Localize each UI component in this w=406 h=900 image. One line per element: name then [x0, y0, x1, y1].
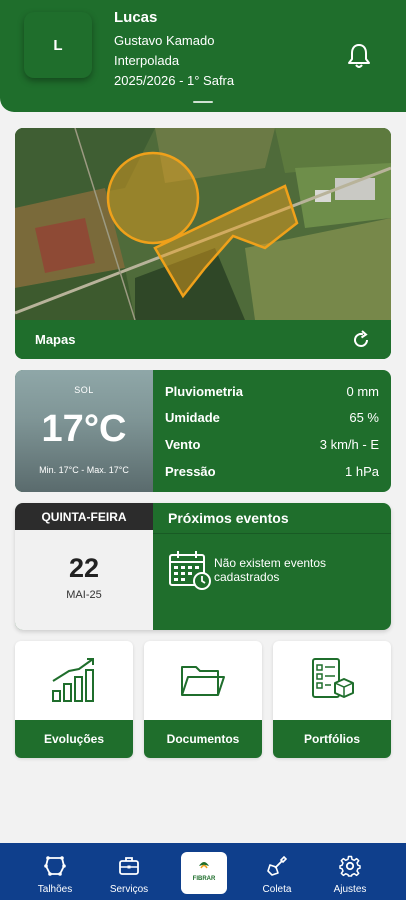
- nav-talhoes[interactable]: Talhões: [22, 843, 88, 900]
- avatar[interactable]: L: [24, 12, 92, 78]
- humidity-value: 65 %: [349, 410, 379, 425]
- weather-card[interactable]: SOL 17°C Min. 17°C - Max. 17°C Pluviomet…: [15, 370, 391, 492]
- refresh-icon[interactable]: [351, 330, 371, 350]
- nav-label: Coleta: [262, 884, 292, 895]
- gear-icon: [339, 855, 361, 877]
- folder-icon: [181, 666, 225, 696]
- nav-label: Ajustes: [333, 884, 367, 895]
- shortcut-evolucoes[interactable]: Evoluções: [15, 641, 133, 758]
- no-events-text: Não existem eventos cadastrados: [214, 556, 327, 584]
- satellite-map[interactable]: [15, 128, 391, 320]
- temperature: 17°C: [41, 408, 127, 450]
- shortcut-documentos[interactable]: Documentos: [144, 641, 262, 758]
- field-icon: [44, 856, 66, 876]
- events-title: Próximos eventos: [168, 510, 289, 526]
- shortcut-portfolios[interactable]: Portfólios: [273, 641, 391, 758]
- bar-chart-icon: [52, 658, 94, 702]
- nav-home-brand[interactable]: FIBRAR: [181, 852, 227, 894]
- briefcase-icon: [119, 857, 139, 875]
- farm-name: Gustavo Kamado: [114, 33, 215, 48]
- rain-value: 0 mm: [346, 384, 380, 399]
- humidity-label: Umidade: [165, 410, 220, 425]
- nav-label: Serviços: [109, 884, 149, 895]
- date-box: QUINTA-FEIRA 22 MAI-25: [15, 503, 153, 630]
- nav-label: Talhões: [37, 884, 73, 895]
- map-footer: Mapas: [15, 320, 391, 359]
- pressure-label: Pressão: [165, 464, 216, 479]
- events-divider: [153, 533, 391, 534]
- season-label[interactable]: 2025/2026 - 1° Safra: [114, 73, 234, 88]
- events-card[interactable]: QUINTA-FEIRA 22 MAI-25 Próximos eventos …: [15, 503, 391, 630]
- nav-servicos[interactable]: Serviços: [96, 843, 162, 900]
- profile-header: L Lucas Gustavo Kamado Interpolada 2025/…: [0, 0, 406, 112]
- brand-name: FIBRAR: [192, 876, 216, 882]
- checklist-box-icon: [312, 658, 354, 698]
- shovel-icon: [267, 855, 288, 876]
- drag-handle[interactable]: [193, 101, 213, 103]
- pressure-value: 1 hPa: [345, 464, 379, 479]
- map-card[interactable]: Mapas: [15, 128, 391, 359]
- nav-coleta[interactable]: Coleta: [244, 843, 310, 900]
- brand-logo-icon: [199, 862, 209, 869]
- weather-condition: SOL: [74, 385, 94, 395]
- shortcut-label: Documentos: [144, 720, 262, 758]
- bell-icon[interactable]: [346, 42, 372, 70]
- shortcut-label: Evoluções: [15, 720, 133, 758]
- temperature-range: Min. 17°C - Max. 17°C: [39, 465, 129, 475]
- day-number: 22: [68, 553, 100, 583]
- shortcut-label: Portfólios: [273, 720, 391, 758]
- month-year: MAI-25: [66, 589, 102, 601]
- nav-ajustes[interactable]: Ajustes: [317, 843, 383, 900]
- wind-label: Vento: [165, 437, 201, 452]
- maps-label[interactable]: Mapas: [35, 332, 75, 347]
- rain-label: Pluviometria: [165, 384, 244, 399]
- weather-summary: SOL 17°C Min. 17°C - Max. 17°C: [15, 370, 153, 492]
- weekday: QUINTA-FEIRA: [15, 503, 153, 530]
- calendar-clock-icon: [169, 551, 211, 590]
- location-name: Interpolada: [114, 53, 180, 68]
- wind-value: 3 km/h - E: [319, 437, 379, 452]
- user-name: Lucas: [114, 9, 158, 26]
